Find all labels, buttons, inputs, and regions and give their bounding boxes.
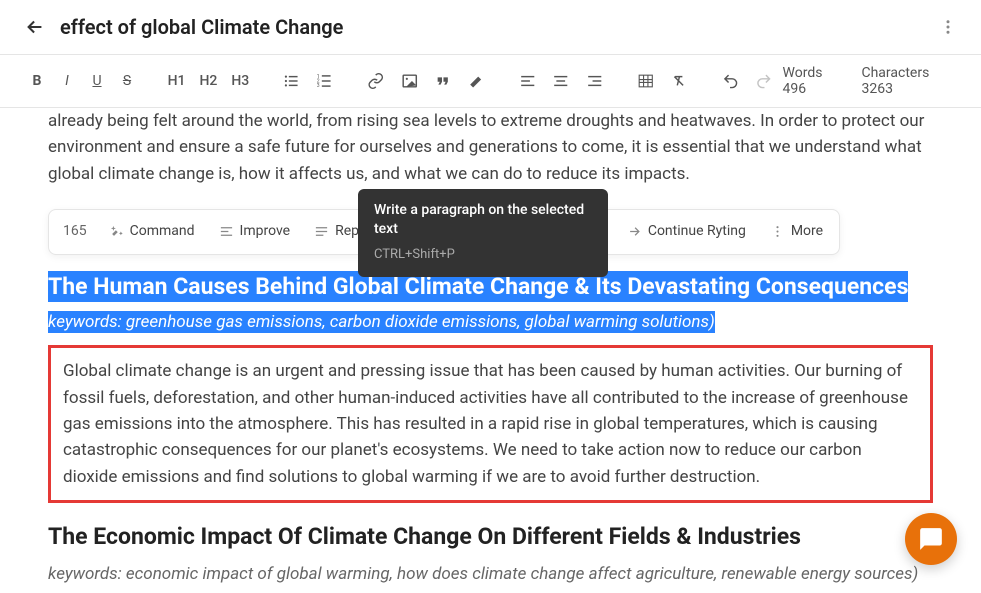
more-button[interactable]: More <box>758 214 835 250</box>
generated-paragraph[interactable]: Global climate change is an urgent and p… <box>63 358 918 490</box>
command-button[interactable]: Command <box>97 214 207 250</box>
tooltip-text: Write a paragraph on the selected text <box>374 201 592 239</box>
align-center-button[interactable] <box>546 68 575 94</box>
page-title: effect of global Climate Change <box>60 15 935 39</box>
generated-paragraph-highlight: Global climate change is an urgent and p… <box>48 345 933 503</box>
undo-button[interactable] <box>716 68 745 94</box>
tooltip-shortcut: CTRL+Shift+P <box>374 245 592 265</box>
more-vertical-icon <box>770 224 785 239</box>
redo-button[interactable] <box>749 68 778 94</box>
formatting-toolbar: B I U S H1 H2 H3 123 <box>0 55 981 107</box>
section-keywords[interactable]: keywords: economic impact of global warm… <box>48 561 933 587</box>
stats: Words 496 Characters 3263 <box>783 65 962 97</box>
svg-text:3: 3 <box>317 83 320 89</box>
chat-icon <box>918 526 944 552</box>
paragraph-text[interactable]: already being felt around the world, fro… <box>48 108 933 187</box>
h2-button[interactable]: H2 <box>193 68 223 94</box>
improve-button[interactable]: Improve <box>207 214 303 250</box>
continue-icon <box>627 224 642 239</box>
rephrase-icon <box>314 224 329 239</box>
image-button[interactable] <box>395 68 424 94</box>
magic-icon <box>109 224 124 239</box>
bulleted-list-button[interactable] <box>277 68 306 94</box>
bold-button[interactable]: B <box>24 68 50 94</box>
section-heading[interactable]: The Economic Impact Of Climate Change On… <box>48 519 933 555</box>
table-button[interactable] <box>631 68 660 94</box>
underline-button[interactable]: U <box>84 68 110 94</box>
italic-button[interactable]: I <box>54 68 80 94</box>
improve-icon <box>219 224 234 239</box>
back-icon[interactable] <box>24 16 46 38</box>
header-more-icon[interactable] <box>935 14 961 40</box>
word-count: Words 496 <box>783 65 848 97</box>
selected-keywords[interactable]: keywords: greenhouse gas emissions, carb… <box>48 309 933 335</box>
h1-button[interactable]: H1 <box>162 68 192 94</box>
continue-button[interactable]: Continue Ryting <box>615 214 758 250</box>
strikethrough-button[interactable]: S <box>114 68 140 94</box>
link-button[interactable] <box>361 68 390 94</box>
document-editor[interactable]: already being felt around the world, fro… <box>0 108 981 593</box>
align-left-button[interactable] <box>513 68 542 94</box>
chat-fab[interactable] <box>905 513 957 565</box>
align-right-button[interactable] <box>580 68 609 94</box>
quote-button[interactable] <box>428 68 457 94</box>
clear-format-button[interactable] <box>664 68 693 94</box>
numbered-list-button[interactable]: 123 <box>310 68 339 94</box>
h3-button[interactable]: H3 <box>225 68 255 94</box>
credits-count: 165 <box>53 215 97 249</box>
header: effect of global Climate Change <box>0 0 981 54</box>
char-count: Characters 3263 <box>861 65 961 97</box>
tooltip: Write a paragraph on the selected text C… <box>358 189 608 277</box>
highlight-button[interactable] <box>462 68 491 94</box>
